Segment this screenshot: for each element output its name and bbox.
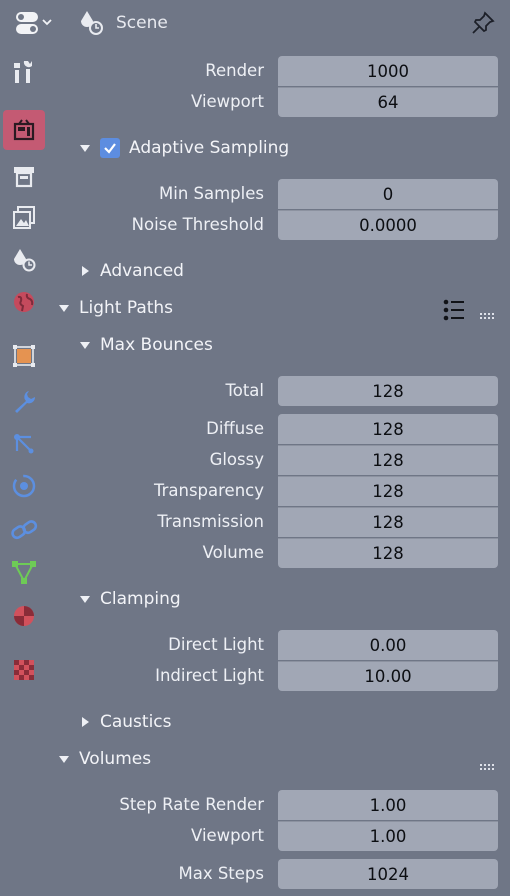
indirect-light-field[interactable]: 10.00 <box>278 661 498 691</box>
step-rate-render-label: Step Rate Render <box>119 795 264 814</box>
tool-icon <box>14 61 32 83</box>
adaptive-sampling-label: Adaptive Sampling <box>129 138 290 158</box>
output-icon <box>14 167 34 188</box>
transparency-bounces-field[interactable]: 128 <box>278 476 498 506</box>
light-paths-header[interactable]: Light Paths <box>57 298 173 318</box>
material-tab[interactable] <box>3 596 45 636</box>
expanded-triangle-icon <box>57 301 71 315</box>
tool-tab[interactable] <box>3 52 45 92</box>
render-properties: Render 1000 Viewport 64 Adaptive Samplin… <box>52 46 510 896</box>
constraints-icon <box>11 520 38 540</box>
total-bounces-field[interactable]: 128 <box>278 376 498 406</box>
constraints-tab[interactable] <box>3 510 45 550</box>
collapsed-triangle-icon <box>78 264 92 278</box>
clamping-header[interactable]: Clamping <box>78 589 181 609</box>
diffuse-bounces-label: Diffuse <box>206 419 264 438</box>
step-rate-render-field[interactable]: 1.00 <box>278 790 498 820</box>
render-tab[interactable] <box>3 110 45 150</box>
mesh-data-icon <box>12 561 36 584</box>
caustics-panel-header[interactable]: Caustics <box>78 712 172 732</box>
checkmark-icon <box>104 143 116 154</box>
noise-threshold-label: Noise Threshold <box>131 215 264 234</box>
caustics-label: Caustics <box>100 712 172 732</box>
max-bounces-header[interactable]: Max Bounces <box>78 335 213 355</box>
modifier-tab[interactable] <box>3 382 45 422</box>
adaptive-sampling-header[interactable]: Adaptive Sampling <box>78 138 289 158</box>
expanded-triangle-icon <box>57 752 71 766</box>
volumes-label: Volumes <box>79 749 152 769</box>
indirect-light-label: Indirect Light <box>155 666 264 685</box>
viewport-samples-field[interactable]: 64 <box>278 87 498 117</box>
max-steps-label: Max Steps <box>178 864 264 883</box>
max-bounces-label: Max Bounces <box>100 335 213 355</box>
output-tab[interactable] <box>3 156 45 196</box>
adaptive-sampling-checkbox[interactable] <box>100 138 120 158</box>
presets-list-icon[interactable] <box>442 299 466 325</box>
step-rate-viewport-field[interactable]: 1.00 <box>278 821 498 851</box>
render-samples-field[interactable]: 1000 <box>278 56 498 86</box>
transmission-bounces-label: Transmission <box>157 512 264 531</box>
drag-handle-icon[interactable] <box>480 756 496 775</box>
volume-bounces-field[interactable]: 128 <box>278 538 498 568</box>
pin-icon[interactable] <box>470 10 496 36</box>
glossy-bounces-label: Glossy <box>209 450 264 469</box>
transmission-bounces-field[interactable]: 128 <box>278 507 498 537</box>
properties-editor: Scene Render 1000 Viewport 64 Adaptive S… <box>0 0 510 896</box>
particles-tab[interactable] <box>3 424 45 464</box>
render-samples-label: Render <box>205 61 264 80</box>
world-icon <box>14 292 34 312</box>
scene-tab[interactable] <box>3 240 45 280</box>
wrench-icon <box>15 391 36 413</box>
expanded-triangle-icon <box>78 141 92 155</box>
glossy-bounces-field[interactable]: 128 <box>278 445 498 475</box>
viewport-samples-label: Viewport <box>191 92 264 111</box>
scene-icon <box>14 249 36 272</box>
direct-light-field[interactable]: 0.00 <box>278 630 498 660</box>
texture-tab[interactable] <box>3 650 45 690</box>
step-rate-viewport-label: Viewport <box>191 826 264 845</box>
clamping-label: Clamping <box>100 589 181 609</box>
material-icon <box>14 606 34 626</box>
editor-type-button[interactable] <box>10 8 60 38</box>
data-tab[interactable] <box>3 552 45 592</box>
properties-editor-icon <box>16 12 52 34</box>
volumes-header[interactable]: Volumes <box>57 749 151 769</box>
direct-light-label: Direct Light <box>168 635 264 654</box>
view-layer-tab[interactable] <box>3 198 45 238</box>
advanced-label: Advanced <box>100 261 184 281</box>
volume-bounces-label: Volume <box>202 543 264 562</box>
world-tab[interactable] <box>3 282 45 322</box>
expanded-triangle-icon <box>78 592 92 606</box>
min-samples-field[interactable]: 0 <box>278 179 498 209</box>
header: Scene <box>0 0 510 46</box>
min-samples-label: Min Samples <box>159 184 264 203</box>
physics-icon <box>12 474 36 498</box>
transparency-bounces-label: Transparency <box>153 481 264 500</box>
object-icon <box>13 345 35 367</box>
physics-tab[interactable] <box>3 466 45 506</box>
advanced-panel-header[interactable]: Advanced <box>78 261 184 281</box>
collapsed-triangle-icon <box>78 715 92 729</box>
render-icon <box>13 119 35 141</box>
total-bounces-label: Total <box>225 381 264 400</box>
object-tab[interactable] <box>3 336 45 376</box>
noise-threshold-field[interactable]: 0.0000 <box>278 210 498 240</box>
view-layer-icon <box>13 206 35 229</box>
drag-handle-icon[interactable] <box>480 305 496 324</box>
diffuse-bounces-field[interactable]: 128 <box>278 414 498 444</box>
expanded-triangle-icon <box>78 338 92 352</box>
scene-icon <box>78 9 106 37</box>
properties-tabs <box>0 46 48 896</box>
particles-icon <box>14 434 34 454</box>
texture-icon <box>14 660 34 680</box>
max-steps-field[interactable]: 1024 <box>278 859 498 889</box>
scene-label: Scene <box>116 13 168 33</box>
light-paths-label: Light Paths <box>79 298 174 318</box>
